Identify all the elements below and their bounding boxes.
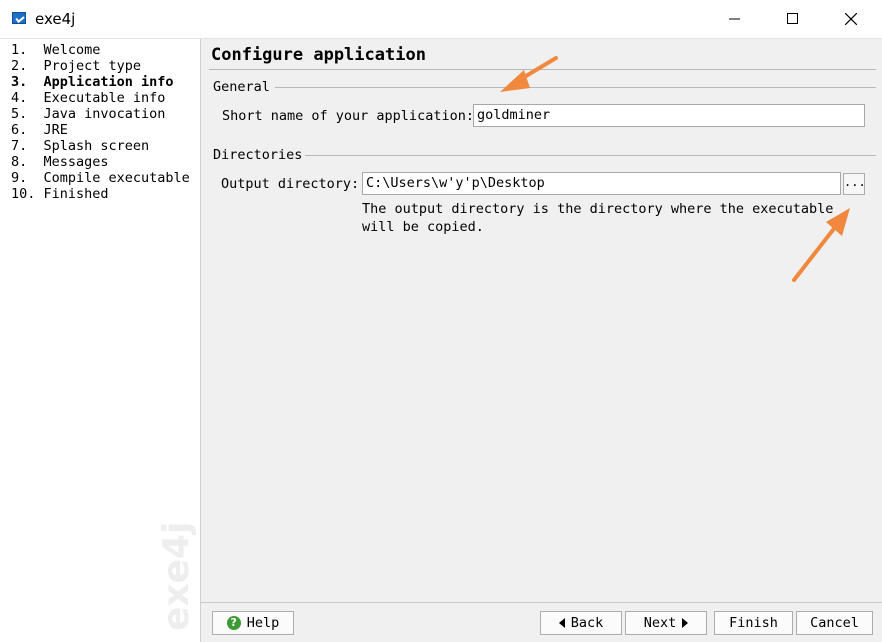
step-finished[interactable]: 10. Finished <box>11 186 109 202</box>
general-divider <box>275 87 876 88</box>
finish-button-label: Finish <box>729 615 778 631</box>
step-java-invocation[interactable]: 5. Java invocation <box>11 106 165 122</box>
footer-divider <box>201 602 882 603</box>
section-directories-label: Directories <box>213 147 303 163</box>
output-directory-input[interactable]: C:\Users\w'y'p\Desktop <box>362 172 841 195</box>
step-compile-executable[interactable]: 9. Compile executable <box>11 170 190 186</box>
app-icon <box>12 12 26 24</box>
title-divider <box>209 69 876 70</box>
window-title: exe4j <box>35 10 76 28</box>
help-button[interactable]: ? Help <box>212 611 294 635</box>
next-button[interactable]: Next <box>625 611 707 635</box>
title-bar: exe4j <box>0 0 882 39</box>
page-title: Configure application <box>211 45 426 65</box>
back-arrow-icon <box>558 618 565 628</box>
back-button[interactable]: Back <box>540 611 622 635</box>
step-jre[interactable]: 6. JRE <box>11 122 68 138</box>
finish-button[interactable]: Finish <box>714 611 793 635</box>
main-panel: Configure application General Short name… <box>201 39 882 642</box>
help-button-label: Help <box>246 615 280 631</box>
output-directory-help-line2: will be copied. <box>362 219 484 235</box>
directories-divider <box>305 155 876 156</box>
next-button-label: Next <box>643 615 677 631</box>
step-welcome[interactable]: 1. Welcome <box>11 42 100 58</box>
step-project-type[interactable]: 2. Project type <box>11 58 141 74</box>
cancel-button-label: Cancel <box>810 615 859 631</box>
cancel-button[interactable]: Cancel <box>796 611 873 635</box>
wizard-steps-sidebar: 1. Welcome 2. Project type 3. Applicatio… <box>0 39 201 642</box>
exe4j-watermark: exe4j <box>156 521 197 631</box>
short-name-label: Short name of your application: <box>222 108 474 124</box>
next-arrow-icon <box>682 618 689 628</box>
minimize-icon <box>729 18 740 20</box>
maximize-button[interactable] <box>764 0 822 38</box>
minimize-button[interactable] <box>706 0 764 38</box>
help-icon: ? <box>226 616 241 630</box>
close-button[interactable] <box>822 0 880 38</box>
close-icon <box>845 13 857 25</box>
step-application-info[interactable]: 3. Application info <box>11 74 174 90</box>
maximize-icon <box>787 13 798 24</box>
section-general-label: General <box>213 79 270 95</box>
output-directory-label: Output directory: <box>221 176 360 192</box>
back-button-label: Back <box>570 615 604 631</box>
step-messages[interactable]: 8. Messages <box>11 154 109 170</box>
step-executable-info[interactable]: 4. Executable info <box>11 90 165 106</box>
browse-button[interactable]: ... <box>843 173 866 195</box>
output-directory-help-line1: The output directory is the directory wh… <box>362 201 834 217</box>
step-splash-screen[interactable]: 7. Splash screen <box>11 138 149 154</box>
short-name-input[interactable]: goldminer <box>473 104 865 127</box>
